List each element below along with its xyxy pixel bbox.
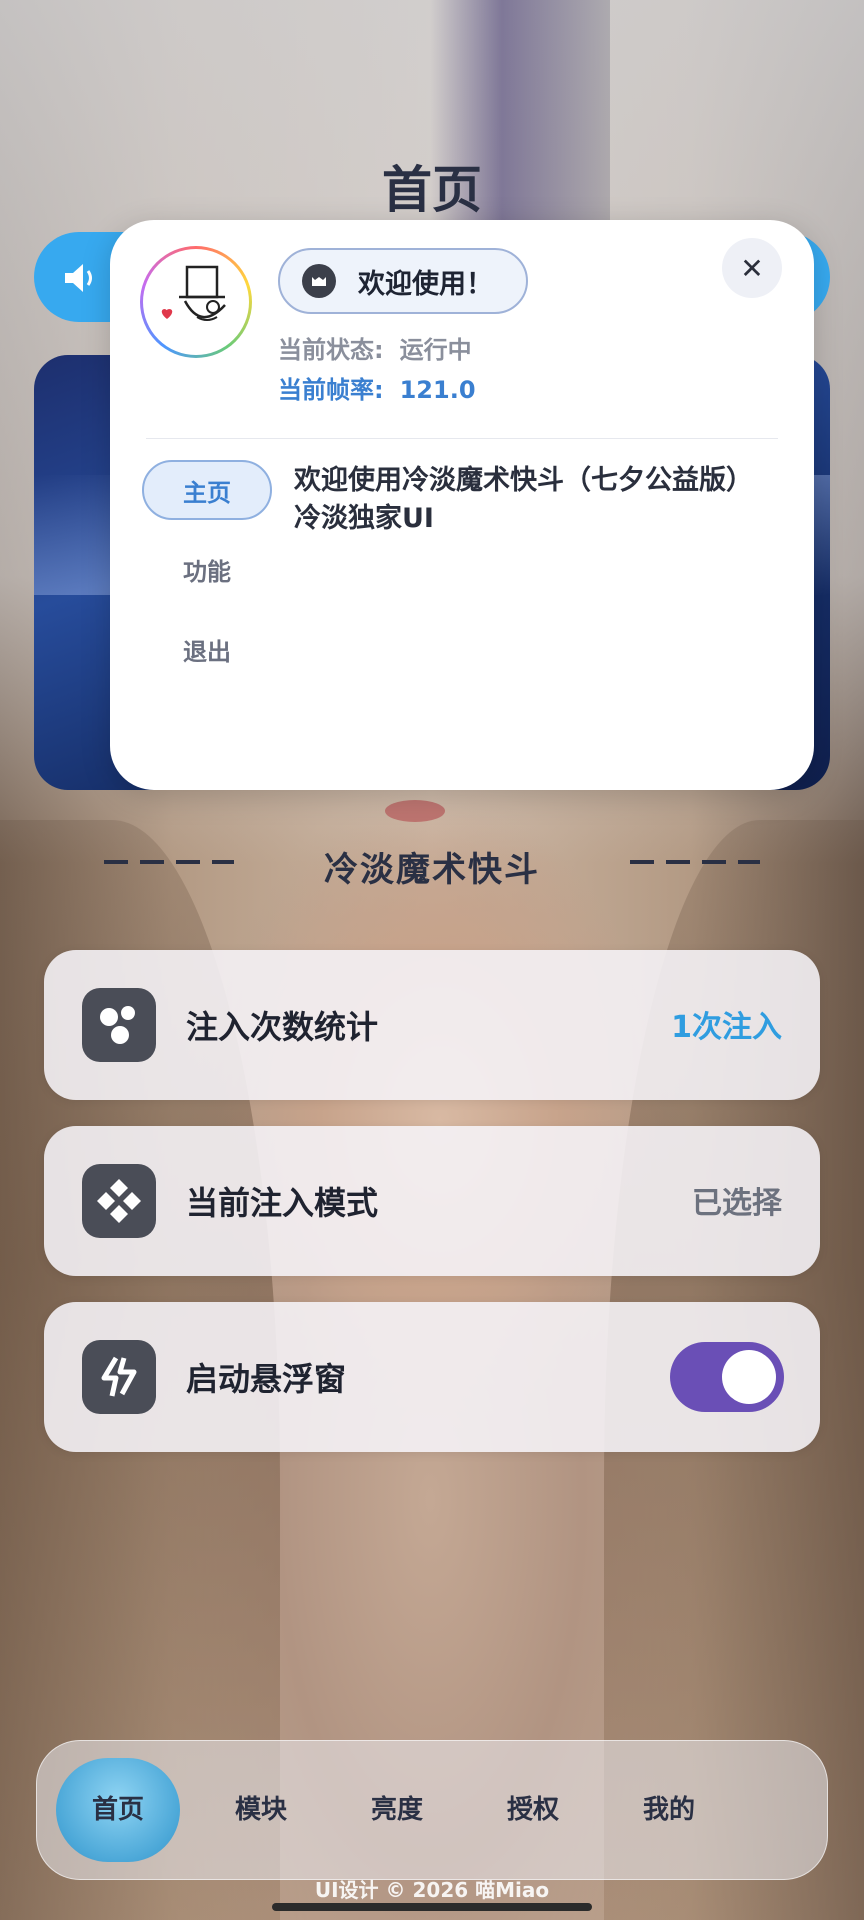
popup-divider <box>146 438 778 439</box>
card-label: 注入次数统计 <box>186 1008 379 1046</box>
magician-hat-icon <box>161 265 226 321</box>
close-icon[interactable]: ✕ <box>740 252 763 285</box>
toggle-knob[interactable] <box>722 1350 776 1404</box>
section-title: 冷淡魔术快斗 <box>324 850 540 890</box>
diamond-logo-icon <box>82 1164 156 1238</box>
home-indicator[interactable] <box>272 1903 592 1911</box>
tab-home[interactable]: 首页 <box>63 1780 173 1840</box>
speaker-icon[interactable] <box>60 258 100 298</box>
fps-label: 当前帧率: <box>278 376 384 404</box>
tab-brightness[interactable]: 亮度 <box>342 1780 452 1840</box>
close-button[interactable]: ✕ <box>722 238 782 298</box>
background-lips <box>385 800 445 822</box>
card-floating-window[interactable]: 启动悬浮窗 <box>44 1302 820 1452</box>
welcome-popup: 欢迎使用！ ✕ 当前状态: 运行中 当前帧率: 121.0 主页 功能 退出 欢迎使… <box>110 220 814 790</box>
welcome-badge: 欢迎使用！ <box>278 248 528 314</box>
popup-nav-function[interactable]: 功能 <box>142 539 272 599</box>
card-value: 已选择 <box>692 1186 782 1221</box>
fps-row: 当前帧率: 121.0 <box>278 370 476 405</box>
floating-window-toggle[interactable] <box>670 1342 784 1412</box>
avatar <box>140 246 252 358</box>
fps-value: 121.0 <box>399 376 476 404</box>
status-row: 当前状态: 运行中 <box>278 330 472 365</box>
card-injection-count[interactable]: 注入次数统计 1次注入 <box>44 950 820 1100</box>
footer-credit: UI设计 © 2026 喵Miao <box>314 1878 550 1902</box>
page-title: 首页 <box>382 161 482 219</box>
tab-modules[interactable]: 模块 <box>206 1780 316 1840</box>
card-label: 启动悬浮窗 <box>186 1360 347 1398</box>
card-label: 当前注入模式 <box>186 1184 379 1222</box>
card-value: 1次注入 <box>671 1010 782 1045</box>
tab-mine[interactable]: 我的 <box>614 1780 724 1840</box>
card-injection-mode[interactable]: 当前注入模式 已选择 <box>44 1126 820 1276</box>
status-label: 当前状态: <box>278 336 384 364</box>
popup-nav-home[interactable]: 主页 <box>142 460 272 520</box>
popup-message: 欢迎使用冷淡魔术快斗（七夕公益版）冷淡独家UI <box>294 465 753 534</box>
welcome-text: 欢迎使用！ <box>358 268 493 300</box>
status-value: 运行中 <box>399 336 472 364</box>
tab-authorization[interactable]: 授权 <box>478 1780 588 1840</box>
popup-nav-exit[interactable]: 退出 <box>142 619 272 679</box>
cat-icon <box>302 264 336 298</box>
dots-icon <box>82 988 156 1062</box>
section-header: 冷淡魔术快斗 <box>0 838 864 890</box>
dash-divider-right <box>630 860 760 864</box>
bolt-icon <box>82 1340 156 1414</box>
